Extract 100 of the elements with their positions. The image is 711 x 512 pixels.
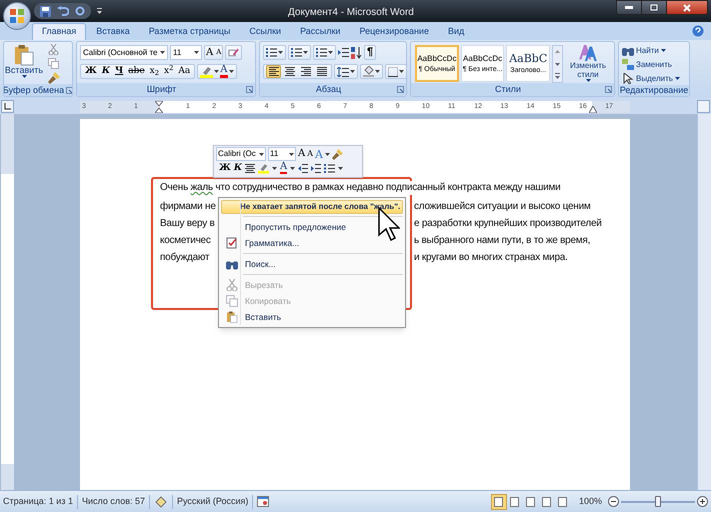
editing-button[interactable]: Выделить bbox=[622, 72, 686, 85]
close-button[interactable] bbox=[666, 0, 708, 15]
ribbon-tab[interactable]: Разметка страницы bbox=[140, 23, 240, 40]
font-size-field[interactable]: 11 bbox=[268, 147, 296, 161]
align-button[interactable] bbox=[298, 65, 313, 78]
bullet-list-button[interactable] bbox=[263, 45, 286, 60]
clipboard-icon bbox=[14, 44, 34, 66]
indent-icon[interactable] bbox=[338, 48, 349, 58]
caret-icon bbox=[194, 51, 199, 54]
caret-icon bbox=[399, 70, 404, 73]
paint-bucket-icon bbox=[363, 66, 374, 77]
editing-button[interactable]: Заменить bbox=[622, 58, 686, 71]
styles-button[interactable]: A bbox=[315, 148, 323, 160]
zoom-out-icon[interactable] bbox=[608, 496, 619, 507]
shading-button[interactable] bbox=[360, 64, 383, 79]
zoom-slider-thumb[interactable] bbox=[655, 496, 661, 506]
language-indicator[interactable]: Русский (Россия) bbox=[177, 494, 248, 508]
paste-button[interactable]: Вставить bbox=[6, 44, 42, 84]
multilevel-list-button[interactable] bbox=[313, 45, 336, 60]
caret-icon bbox=[350, 70, 355, 73]
align-button[interactable] bbox=[282, 65, 297, 78]
macro-icon[interactable] bbox=[257, 496, 270, 507]
help-icon[interactable] bbox=[692, 25, 704, 37]
font-name-field[interactable]: Calibri (Ос bbox=[216, 147, 266, 161]
minimize-button[interactable] bbox=[616, 0, 642, 15]
align-center-icon[interactable] bbox=[245, 164, 255, 172]
clear-format-button[interactable] bbox=[225, 45, 242, 60]
tab-stop-icon bbox=[4, 103, 11, 110]
brush-icon[interactable] bbox=[332, 148, 343, 160]
italic-button[interactable]: К bbox=[234, 164, 242, 172]
multilevel-list-icon bbox=[316, 48, 327, 57]
office-button[interactable] bbox=[3, 2, 31, 30]
dialog-launcher-icon[interactable] bbox=[397, 86, 404, 93]
dialog-launcher-icon[interactable] bbox=[66, 86, 72, 94]
font-size-field[interactable]: 11 bbox=[170, 45, 202, 60]
caret-icon bbox=[259, 152, 264, 156]
caret-icon bbox=[303, 51, 308, 54]
font-color-button[interactable]: A bbox=[280, 162, 288, 174]
document-text: е разработки крупнейших производителей bbox=[414, 217, 602, 231]
zoom-in-icon[interactable] bbox=[697, 496, 708, 507]
ribbon-tab[interactable]: Главная bbox=[32, 23, 86, 40]
bold-button[interactable]: Ж bbox=[219, 164, 231, 172]
document-text: Вашу веру в bbox=[160, 217, 215, 231]
brush-icon[interactable] bbox=[48, 72, 60, 84]
caret-icon bbox=[272, 166, 277, 170]
caret-icon bbox=[278, 51, 283, 54]
maximize-icon bbox=[650, 4, 658, 11]
tab-selector[interactable] bbox=[1, 100, 14, 113]
format-button[interactable]: Ч bbox=[113, 67, 126, 76]
format-button[interactable]: Aa bbox=[176, 67, 192, 76]
line-spacing-button[interactable] bbox=[334, 64, 358, 79]
view-button[interactable] bbox=[490, 494, 507, 510]
customize-icon[interactable] bbox=[97, 8, 102, 14]
menu-item[interactable]: Пропустить предложение bbox=[221, 219, 403, 235]
group-label: Стили bbox=[495, 85, 521, 94]
zoom-level[interactable]: 100% bbox=[578, 494, 602, 508]
menu-item[interactable]: Поиск... bbox=[221, 256, 403, 272]
indent-marker[interactable] bbox=[155, 100, 163, 112]
caret-icon bbox=[375, 70, 380, 73]
maximize-button[interactable] bbox=[642, 0, 666, 15]
numbered-list-button[interactable] bbox=[288, 45, 311, 60]
dialog-launcher-icon[interactable] bbox=[246, 86, 253, 93]
sort-icon[interactable] bbox=[351, 46, 362, 58]
grow-font-button[interactable]: A bbox=[205, 48, 214, 58]
format-button[interactable]: x$^{2}$ bbox=[162, 67, 176, 76]
caret-icon bbox=[674, 77, 680, 80]
ribbon-tab[interactable]: Вид bbox=[438, 23, 474, 40]
font-color-button[interactable]: A bbox=[220, 65, 228, 78]
format-button[interactable]: Ж bbox=[83, 67, 99, 76]
align-button[interactable] bbox=[266, 65, 281, 78]
bullet-list-icon bbox=[266, 48, 277, 57]
ribbon-tab[interactable]: Вставка bbox=[87, 23, 139, 40]
undo-icon[interactable] bbox=[57, 6, 69, 16]
pilcrow-button[interactable]: ¶ bbox=[364, 45, 376, 60]
grow-font-button[interactable]: A bbox=[298, 149, 306, 159]
increase-indent-icon[interactable] bbox=[311, 164, 322, 172]
dialog-launcher-icon[interactable] bbox=[605, 86, 612, 93]
format-button[interactable]: x$_{2}$ bbox=[148, 67, 162, 76]
redo-icon[interactable] bbox=[75, 6, 85, 16]
font-name-field[interactable]: Calibri (Основной те bbox=[80, 45, 168, 60]
align-button[interactable] bbox=[314, 65, 329, 78]
word-count[interactable]: Число слов: 57 bbox=[82, 494, 146, 508]
format-button[interactable]: abe bbox=[126, 67, 147, 76]
shrink-font-button[interactable]: A bbox=[307, 150, 314, 158]
page-count[interactable]: Страница: 1 из 1 bbox=[3, 494, 73, 508]
document-text: Очень жаль что сотрудничество в рамках недавно подписанный контракта между нашими bbox=[160, 181, 560, 195]
editing-button[interactable]: Найти bbox=[622, 44, 686, 57]
ribbon-tab[interactable]: Ссылки bbox=[240, 23, 290, 40]
format-button[interactable]: К bbox=[100, 67, 112, 76]
save-icon[interactable] bbox=[40, 6, 51, 16]
menu-item[interactable]: Вставить bbox=[221, 309, 403, 325]
align-center-icon bbox=[284, 67, 294, 76]
ribbon-tab[interactable]: Рецензирование bbox=[350, 23, 438, 40]
highlight-icon[interactable] bbox=[200, 66, 214, 78]
proofing-icon[interactable] bbox=[154, 496, 168, 508]
change-styles-button[interactable]: Изменить стили bbox=[566, 45, 610, 82]
scrollbar[interactable] bbox=[697, 114, 711, 490]
decrease-indent-icon[interactable] bbox=[298, 164, 308, 172]
ribbon-tab[interactable]: Рассылки bbox=[291, 23, 350, 40]
borders-button[interactable] bbox=[385, 64, 406, 79]
